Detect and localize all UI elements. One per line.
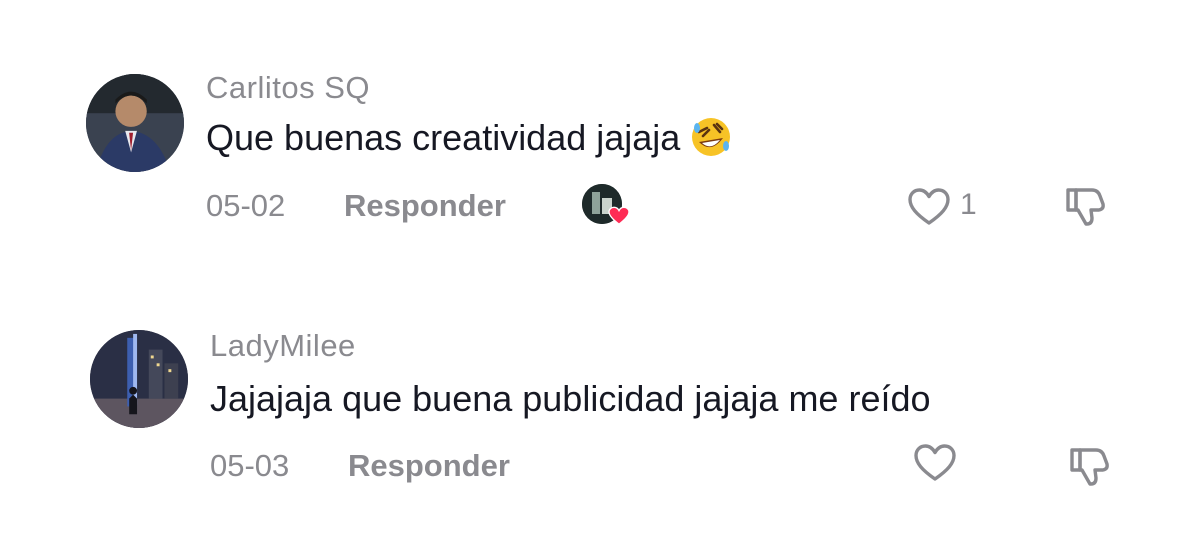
heart-outline-icon xyxy=(914,444,956,481)
heart-icon xyxy=(608,206,630,226)
avatar[interactable] xyxy=(86,74,184,172)
reply-button[interactable]: Responder xyxy=(348,448,510,484)
heart-outline-icon xyxy=(908,188,950,225)
creator-liked-badge xyxy=(582,184,630,228)
comment-item: Carlitos SQ Que buenas creatividad jajaj… xyxy=(0,0,1200,226)
avatar-photo xyxy=(90,330,188,428)
comment-item: LadyMilee Jajajaja que buena publicidad … xyxy=(0,258,1200,486)
comment-text: Que buenas creatividad jajaja xyxy=(206,116,732,159)
dislike-button[interactable] xyxy=(1066,444,1112,490)
dislike-button[interactable] xyxy=(1062,184,1108,230)
username[interactable]: LadyMilee xyxy=(210,328,356,364)
avatar-photo xyxy=(86,74,184,172)
comment-text: Jajajaja que buena publicidad jajaja me … xyxy=(210,378,931,419)
thumbs-down-icon xyxy=(1070,448,1109,486)
comment-date: 05-02 xyxy=(206,188,286,223)
comment-date: 05-03 xyxy=(210,448,290,483)
comment-text-content: Que buenas creatividad jajaja xyxy=(206,117,681,158)
rolling-on-floor-laughing-emoji xyxy=(690,116,732,158)
thumbs-down-icon xyxy=(1066,188,1105,226)
avatar[interactable] xyxy=(90,330,188,428)
username[interactable]: Carlitos SQ xyxy=(206,70,370,106)
like-button[interactable] xyxy=(912,442,958,484)
reply-button[interactable]: Responder xyxy=(344,188,506,224)
like-button[interactable] xyxy=(906,186,952,228)
like-count: 1 xyxy=(960,188,977,221)
